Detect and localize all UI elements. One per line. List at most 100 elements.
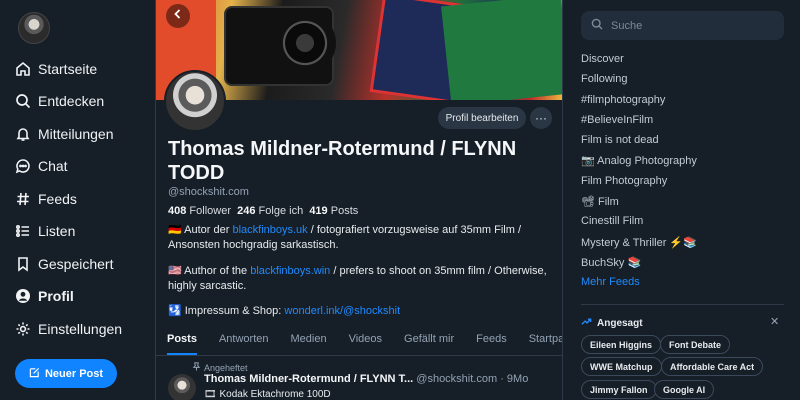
feed-link[interactable]: #filmphotography bbox=[581, 94, 665, 106]
trending-chip[interactable]: WWE Matchup bbox=[581, 357, 662, 376]
trending-chip[interactable]: Jimmy Fallon bbox=[581, 380, 657, 399]
feed-link[interactable]: Discover bbox=[581, 53, 624, 65]
hash-icon bbox=[15, 191, 31, 207]
tab-media[interactable]: Medien bbox=[280, 324, 338, 355]
nav-item-notifications[interactable]: Mitteilungen bbox=[15, 122, 114, 146]
followers-label[interactable]: Follower bbox=[189, 205, 231, 217]
trending-title: Angesagt bbox=[597, 317, 643, 329]
feed-link[interactable]: Film is not dead bbox=[581, 134, 659, 146]
tab-feeds[interactable]: Feeds bbox=[465, 324, 518, 355]
feed-link[interactable]: BuchSky 📚 bbox=[581, 256, 641, 269]
nav-item-chat[interactable]: Chat bbox=[15, 154, 68, 178]
tab-posts[interactable]: Posts bbox=[156, 324, 208, 355]
list-icon bbox=[15, 223, 31, 239]
nav-item-explore[interactable]: Entdecken bbox=[15, 89, 104, 113]
post-text: 🎞 Kodak Ektachrome 100D bbox=[204, 389, 331, 400]
post-avatar[interactable] bbox=[168, 374, 196, 400]
nav-label: Einstellungen bbox=[38, 321, 123, 337]
tab-videos[interactable]: Videos bbox=[338, 324, 393, 355]
feed-link[interactable]: 📽 Film bbox=[581, 195, 619, 208]
bio-shop: 🛂 Impressum & Shop: wonderl.ink/@shocksh… bbox=[168, 304, 558, 319]
nav-item-home[interactable]: Startseite bbox=[15, 57, 97, 81]
pin-icon bbox=[192, 362, 201, 373]
back-button[interactable] bbox=[166, 4, 190, 28]
trending-chip[interactable]: Affordable Care Act bbox=[661, 357, 764, 376]
feed-link[interactable]: Following bbox=[581, 73, 627, 85]
tab-replies[interactable]: Antworten bbox=[208, 324, 280, 355]
arrow-left-icon bbox=[172, 7, 184, 25]
bio-link[interactable]: blackfinboys.uk bbox=[232, 224, 307, 236]
tab-starter-packs[interactable]: Startpakete bbox=[518, 324, 562, 355]
nav-label: Entdecken bbox=[38, 93, 105, 109]
search-input[interactable] bbox=[611, 19, 771, 32]
nav-label: Chat bbox=[38, 158, 68, 174]
pinned-indicator: Angeheftet bbox=[192, 362, 248, 373]
profile-tabs: Posts Antworten Medien Videos Gefällt mi… bbox=[156, 324, 562, 356]
profile-column: Profil bearbeiten ··· Thomas Mildner-Rot… bbox=[155, 0, 563, 400]
post-handle[interactable]: @shockshit.com bbox=[416, 373, 497, 385]
feed-link[interactable]: Film Photography bbox=[581, 175, 667, 187]
nav-item-lists[interactable]: Listen bbox=[15, 219, 75, 243]
left-sidebar: Startseite Entdecken Mitteilungen Chat F… bbox=[0, 0, 155, 400]
tab-likes[interactable]: Gefällt mir bbox=[393, 324, 465, 355]
bio-link[interactable]: wonderl.ink/@shockshit bbox=[284, 305, 400, 317]
post-time[interactable]: · 9Mo bbox=[500, 373, 528, 385]
bio-english: 🇺🇸 Author of the blackfinboys.win / pref… bbox=[168, 264, 558, 294]
compose-icon bbox=[29, 367, 40, 381]
bio-link[interactable]: blackfinboys.win bbox=[250, 265, 330, 277]
banner-art bbox=[274, 12, 336, 74]
nav-item-profile[interactable]: Profil bbox=[15, 284, 74, 308]
profile-avatar[interactable] bbox=[164, 70, 226, 132]
edit-profile-button[interactable]: Profil bearbeiten bbox=[438, 107, 526, 129]
feed-link[interactable]: Cinestill Film bbox=[581, 215, 643, 227]
gear-icon bbox=[15, 321, 31, 337]
avatar[interactable] bbox=[18, 12, 50, 44]
bell-icon bbox=[15, 126, 31, 142]
bio-text: 🇺🇸 Author of the bbox=[168, 265, 251, 277]
search-icon bbox=[591, 17, 611, 35]
nav-label: Startseite bbox=[38, 61, 98, 77]
pinned-label: Angeheftet bbox=[204, 362, 248, 373]
search-box[interactable] bbox=[581, 11, 784, 40]
new-post-label: Neuer Post bbox=[44, 367, 104, 380]
following-label[interactable]: Folge ich bbox=[259, 205, 304, 217]
posts-count: 419 bbox=[309, 205, 328, 217]
nav-label: Feeds bbox=[38, 191, 77, 207]
post-author[interactable]: Thomas Mildner-Rotermund / FLYNN T... bbox=[204, 373, 413, 385]
followers-count[interactable]: 408 bbox=[168, 205, 186, 217]
feed-link[interactable]: Mystery & Thriller ⚡📚 bbox=[581, 236, 697, 249]
profile-handle: @shockshit.com bbox=[168, 186, 249, 198]
profile-icon bbox=[15, 288, 31, 304]
feed-link[interactable]: 📷 Analog Photography bbox=[581, 154, 697, 167]
nav-label: Mitteilungen bbox=[38, 126, 114, 142]
nav-label: Listen bbox=[38, 223, 76, 239]
bookmark-icon bbox=[15, 256, 31, 272]
right-sidebar: Discover Following #filmphotography #Bel… bbox=[563, 0, 800, 400]
trending-header: Angesagt bbox=[581, 316, 643, 330]
nav-item-saved[interactable]: Gespeichert bbox=[15, 252, 113, 276]
profile-stats: 408 Follower 246 Folge ich 419 Posts bbox=[168, 205, 358, 217]
bio-text: 🛂 Impressum & Shop: bbox=[168, 305, 285, 317]
feed-link[interactable]: #BelieveInFilm bbox=[581, 114, 653, 126]
home-icon bbox=[15, 61, 31, 77]
divider bbox=[581, 304, 784, 305]
trending-chip[interactable]: Google AI bbox=[654, 380, 715, 399]
nav-label: Gespeichert bbox=[38, 256, 114, 272]
bio-text: 🇩🇪 Autor der bbox=[168, 224, 233, 236]
posts-label: Posts bbox=[330, 205, 359, 217]
more-feeds-link[interactable]: Mehr Feeds bbox=[581, 276, 640, 288]
close-icon[interactable]: ✕ bbox=[770, 315, 779, 328]
new-post-button[interactable]: Neuer Post bbox=[15, 359, 117, 388]
profile-name: Thomas Mildner-Rotermund / FLYNN TODD bbox=[168, 138, 517, 184]
nav-item-feeds[interactable]: Feeds bbox=[15, 187, 77, 211]
trending-chip[interactable]: Eileen Higgins bbox=[581, 335, 662, 354]
chat-icon bbox=[15, 158, 31, 174]
search-icon bbox=[15, 93, 31, 109]
trending-icon bbox=[581, 316, 592, 330]
banner-art bbox=[441, 0, 562, 100]
more-options-button[interactable]: ··· bbox=[530, 107, 552, 129]
bio-german: 🇩🇪 Autor der blackfinboys.uk / fotografi… bbox=[168, 223, 558, 253]
trending-chip[interactable]: Font Debate bbox=[660, 335, 731, 354]
following-count[interactable]: 246 bbox=[237, 205, 255, 217]
nav-item-settings[interactable]: Einstellungen bbox=[15, 317, 122, 341]
